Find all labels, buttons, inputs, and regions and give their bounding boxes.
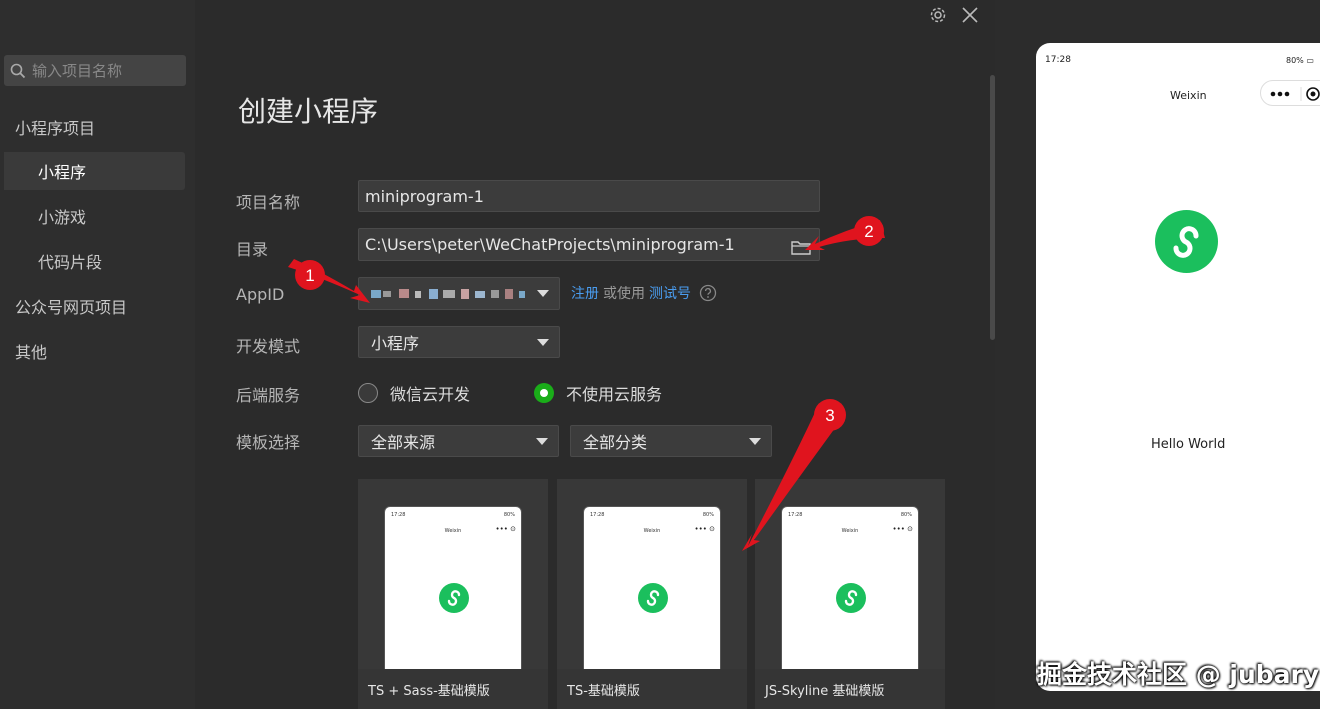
miniprogram-logo-icon [439,583,469,613]
annotation-arrow-1: 1 [288,259,370,303]
sidebar-item-minigame[interactable]: 小游戏 [0,197,185,235]
annotation-arrow-2: 2 [805,216,885,250]
svg-text:3: 3 [825,406,834,425]
svg-text:1: 1 [305,266,314,285]
sidebar: 小程序项目 小程序 小游戏 代码片段 公众号网页项目 其他 [0,0,195,709]
chevron-down-icon [537,290,549,297]
hello-world-text: Hello World [1151,437,1226,452]
appid-mosaic [371,288,525,299]
sidebar-category-official-web[interactable]: 公众号网页项目 [0,287,185,325]
appid-links: 注册 或使用 测试号 [571,283,717,303]
status-battery: 80% ▭ [1286,56,1314,65]
watermark: 掘金技术社区 @ jubary [1037,660,1320,689]
template-preview: 17:28 80% Weixin ••• ⊙ [583,506,721,671]
radio-wechat-cloud[interactable]: 微信云开发 [358,381,470,405]
template-label-text: TS-基础模版 [567,684,640,699]
chevron-down-icon [537,338,549,346]
close-icon[interactable] [961,6,979,24]
radio-no-cloud[interactable]: 不使用云服务 [534,381,662,405]
project-name-label: 项目名称 [236,193,301,212]
window-controls [929,6,979,24]
miniprogram-logo-icon [836,583,866,613]
template-label-text: JS-Skyline 基础模版 [765,684,885,699]
template-card-ts-sass[interactable]: 17:28 80% Weixin ••• ⊙ TS + Sass-基础模版 [358,479,548,709]
radio-checked-icon [534,383,554,403]
sidebar-item-miniprogram[interactable]: 小程序 [4,152,185,190]
directory-label: 目录 [236,240,269,259]
template-label: 模板选择 [236,433,301,452]
dev-mode-select[interactable]: 小程序 [358,326,560,358]
miniprogram-logo-icon [638,583,668,613]
template-preview: 17:28 80% Weixin ••• ⊙ [384,506,522,671]
annotation-arrow-3: 3 [742,399,846,551]
help-icon[interactable] [699,284,717,302]
more-icon[interactable] [1261,81,1320,107]
miniprogram-logo-icon [1155,210,1218,273]
template-label-text: TS + Sass-基础模版 [368,684,490,699]
gear-icon[interactable] [929,6,947,24]
sidebar-item-code-snippets[interactable]: 代码片段 [0,242,185,280]
search-box[interactable] [4,55,186,86]
directory-input[interactable]: C:\Users\peter\WeChatProjects\miniprogra… [358,228,820,261]
menu-capsule-icon: ••• ⊙ [495,525,516,533]
status-time: 17:28 [1045,55,1071,65]
menu-capsule-icon: ••• ⊙ [694,525,715,533]
sidebar-category-miniprogram-projects[interactable]: 小程序项目 [0,108,185,146]
template-source-select[interactable]: 全部来源 [358,425,559,457]
app-window: 小程序项目 小程序 小游戏 代码片段 公众号网页项目 其他 创建小程序 项目名称… [0,0,1320,709]
search-icon [10,63,26,78]
appid-label: AppID [236,285,285,304]
phone-preview: 17:28 80% ▭ Weixin Hello World [1036,43,1320,691]
dev-mode-label: 开发模式 [236,337,301,356]
appid-select[interactable] [358,277,560,310]
radio-unchecked-icon [358,383,378,403]
sidebar-category-other[interactable]: 其他 [0,332,185,370]
template-card-ts[interactable]: 17:28 80% Weixin ••• ⊙ TS-基础模版 [557,479,747,709]
test-account-link[interactable]: 测试号 [649,283,691,303]
nav-title: Weixin [1170,89,1207,102]
menu-capsule[interactable] [1260,80,1320,106]
page-title: 创建小程序 [238,95,379,128]
search-input[interactable] [32,61,182,80]
backend-label: 后端服务 [236,386,301,405]
project-name-input[interactable]: miniprogram-1 [358,180,820,212]
register-link[interactable]: 注册 [571,283,599,303]
svg-text:2: 2 [864,222,873,241]
menu-capsule-icon: ••• ⊙ [892,525,913,533]
main-panel: 创建小程序 项目名称 miniprogram-1 目录 C:\Users\pet… [195,0,995,709]
or-use-text: 或使用 [603,286,645,302]
chevron-down-icon [536,437,548,445]
